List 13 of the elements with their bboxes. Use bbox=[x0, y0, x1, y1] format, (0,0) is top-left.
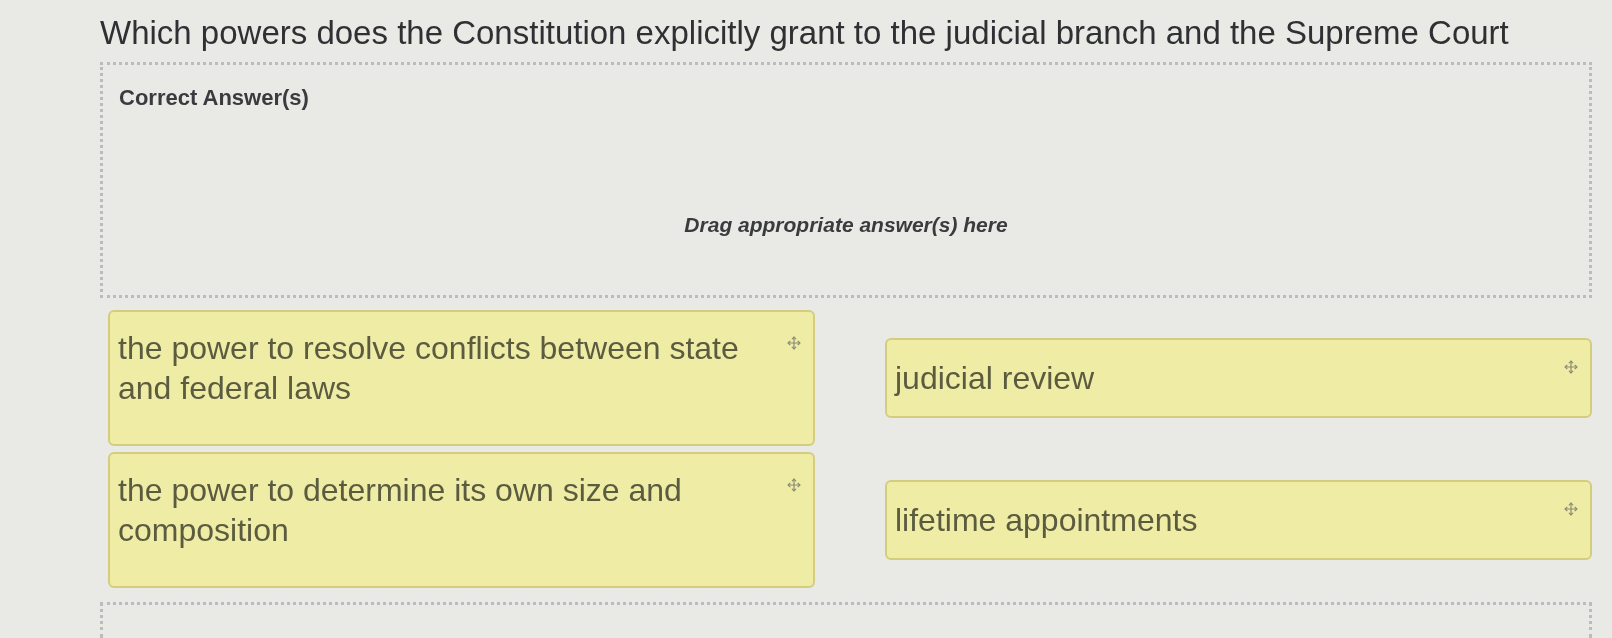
drop-zone-placeholder: Drag appropriate answer(s) here bbox=[684, 211, 1008, 238]
answer-drop-zone[interactable]: Correct Answer(s) Drag appropriate answer(s) here bbox=[100, 62, 1592, 298]
move-icon bbox=[787, 336, 801, 350]
move-icon bbox=[787, 478, 801, 492]
move-icon bbox=[1564, 360, 1578, 374]
move-icon bbox=[1564, 502, 1578, 516]
drop-zone-title: Correct Answer(s) bbox=[119, 84, 310, 112]
answer-card[interactable]: lifetime appointments bbox=[885, 480, 1592, 560]
question-text: Which powers does the Constitution explicitly grant to the judicial branch and the Supreme Court bbox=[100, 13, 1510, 53]
answer-drop-zone[interactable] bbox=[100, 602, 1592, 638]
answer-card[interactable]: judicial review bbox=[885, 338, 1592, 418]
answer-card[interactable]: the power to determine its own size and composition bbox=[108, 452, 815, 588]
answer-card[interactable]: the power to resolve conflicts between state and federal laws bbox=[108, 310, 815, 446]
